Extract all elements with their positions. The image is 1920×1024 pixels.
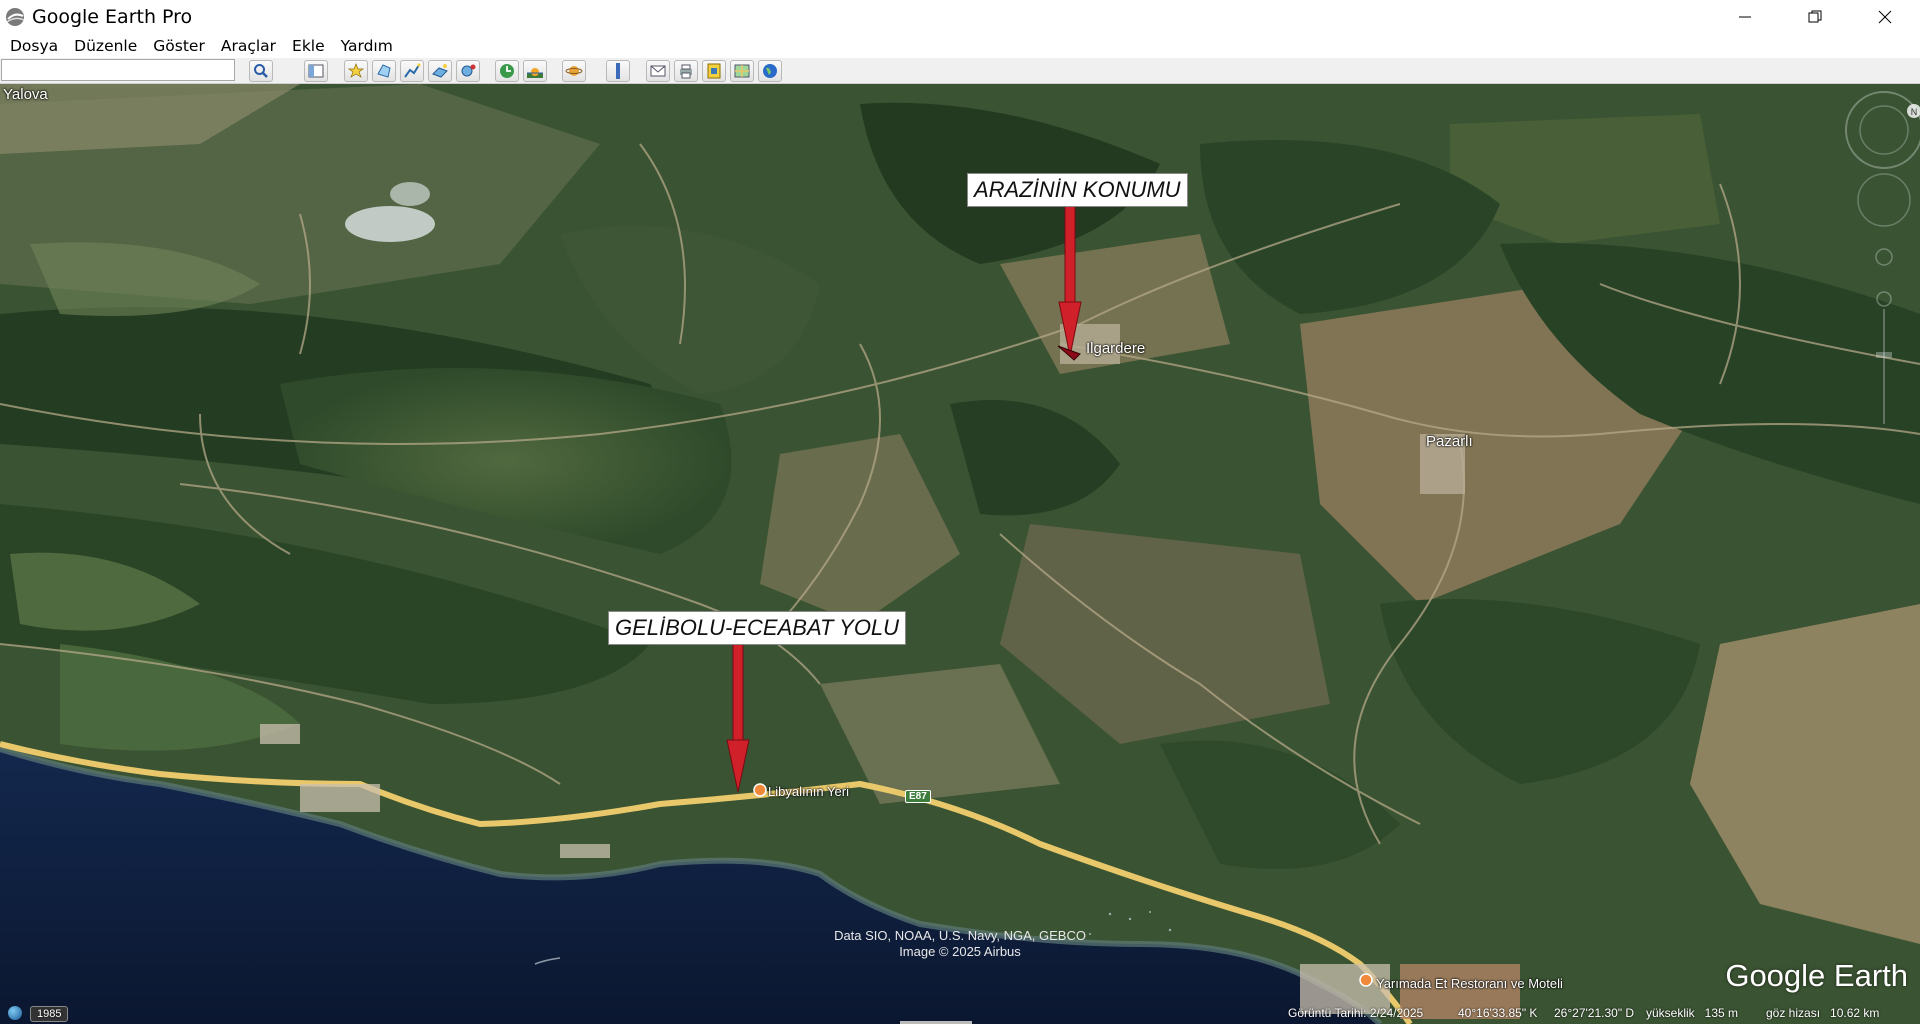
close-button[interactable] <box>1850 0 1920 34</box>
menu-bar: Dosya Düzenle Göster Araçlar Ekle Yardım <box>0 34 1920 58</box>
historical-globe-icon[interactable] <box>8 1006 22 1020</box>
google-earth-logo: Google Earth <box>1725 958 1908 993</box>
title-bar: Google Earth Pro <box>0 0 1920 34</box>
menu-view[interactable]: Göster <box>143 37 211 55</box>
menu-tools[interactable]: Araçlar <box>211 37 282 55</box>
google-earth-app-icon <box>6 8 25 26</box>
svg-text:N: N <box>1911 107 1918 117</box>
menu-add[interactable]: Ekle <box>282 37 331 55</box>
path-icon <box>404 63 421 78</box>
elevation-readout: yükseklik 135 m <box>1646 1006 1739 1020</box>
placemark-icon <box>347 63 365 78</box>
add-polygon-button[interactable] <box>372 60 396 82</box>
sunlight-button[interactable] <box>523 60 547 82</box>
nav-controls-graphic: N <box>1845 91 1920 424</box>
ruler-button[interactable] <box>606 60 630 82</box>
planets-icon <box>565 66 583 76</box>
navigation-controls: N <box>1840 84 1920 444</box>
zoom-slider-thumb[interactable] <box>1876 352 1892 358</box>
annotation-yol[interactable]: GELİBOLU-ECEABAT YOLU <box>608 611 907 645</box>
status-bar: 1985 Görüntü Tarihi: 2/24/2025 40°16'33.… <box>0 1002 1920 1024</box>
search-icon <box>254 64 268 78</box>
place-yarimada[interactable]: Yarımada Et Restoranı ve Moteli <box>1376 976 1563 991</box>
save-image-icon <box>707 63 721 79</box>
latitude-readout: 40°16'33.85" K <box>1458 1006 1538 1020</box>
attribution-data: Data SIO, NOAA, U.S. Navy, NGA, GEBCO <box>834 928 1086 943</box>
look-joystick[interactable] <box>1845 91 1920 169</box>
historical-imagery-button[interactable] <box>495 60 519 82</box>
record-tour-icon <box>461 64 476 77</box>
place-libyali[interactable]: Libyalının Yeri <box>768 784 849 799</box>
image-overlay-icon <box>432 64 448 78</box>
add-placemark-button[interactable] <box>344 60 368 82</box>
menu-file[interactable]: Dosya <box>0 37 64 55</box>
search-button[interactable] <box>249 60 273 82</box>
street-view-pegman-icon[interactable] <box>1875 248 1893 266</box>
restore-button[interactable] <box>1780 0 1850 34</box>
print-button[interactable] <box>674 60 698 82</box>
menu-edit[interactable]: Düzenle <box>64 37 143 55</box>
add-image-overlay-button[interactable] <box>428 60 452 82</box>
toolbar <box>0 58 1920 84</box>
longitude-readout: 26°27'21.30" D <box>1554 1006 1635 1020</box>
attribution-image: Image © 2025 Airbus <box>899 944 1021 959</box>
print-icon <box>680 64 692 79</box>
restore-icon <box>1808 10 1822 23</box>
poi-yarimada-icon[interactable] <box>1359 973 1373 987</box>
place-pazarli[interactable]: Pazarlı <box>1426 433 1473 450</box>
place-yalova[interactable]: Yalova <box>3 86 48 103</box>
globe-icon <box>763 64 777 78</box>
earth-view-button[interactable] <box>758 60 782 82</box>
historical-year-badge[interactable]: 1985 <box>30 1006 69 1022</box>
menu-help[interactable]: Yardım <box>331 37 399 55</box>
view-in-maps-button[interactable] <box>730 60 754 82</box>
zoom-in-icon[interactable] <box>1876 291 1892 307</box>
ruler-icon <box>616 63 620 79</box>
minimize-button[interactable] <box>1710 0 1780 34</box>
add-path-button[interactable] <box>400 60 424 82</box>
eye-altitude-readout: göz hizası 10.62 km <box>1766 1006 1880 1020</box>
place-ilgardere[interactable]: Ilgardere <box>1086 340 1145 357</box>
planets-button[interactable] <box>562 60 586 82</box>
minimize-icon <box>1739 16 1751 18</box>
earth-3d-view[interactable]: ARAZİNİN KONUMU GELİBOLU-ECEABAT YOLU Ya… <box>0 84 1920 1024</box>
record-tour-button[interactable] <box>456 60 480 82</box>
annotation-arazi[interactable]: ARAZİNİN KONUMU <box>967 173 1188 207</box>
imagery-date: Görüntü Tarihi: 2/24/2025 <box>1288 1006 1424 1020</box>
email-button[interactable] <box>646 60 670 82</box>
email-icon <box>650 65 666 77</box>
road-shield-e87: E87 <box>905 790 931 803</box>
poi-libyali-icon[interactable] <box>753 783 767 797</box>
sidebar-icon <box>308 64 324 78</box>
save-image-button[interactable] <box>702 60 726 82</box>
satellite-imagery <box>0 84 1920 1024</box>
move-joystick[interactable] <box>1857 173 1911 227</box>
maps-icon <box>734 64 750 78</box>
sunlight-icon <box>527 68 543 78</box>
historical-imagery-icon <box>500 64 514 78</box>
window-title: Google Earth Pro <box>32 6 193 28</box>
search-input[interactable] <box>1 59 235 81</box>
close-icon <box>1878 10 1892 24</box>
polygon-icon <box>377 64 391 78</box>
sidebar-toggle-button[interactable] <box>304 60 328 82</box>
